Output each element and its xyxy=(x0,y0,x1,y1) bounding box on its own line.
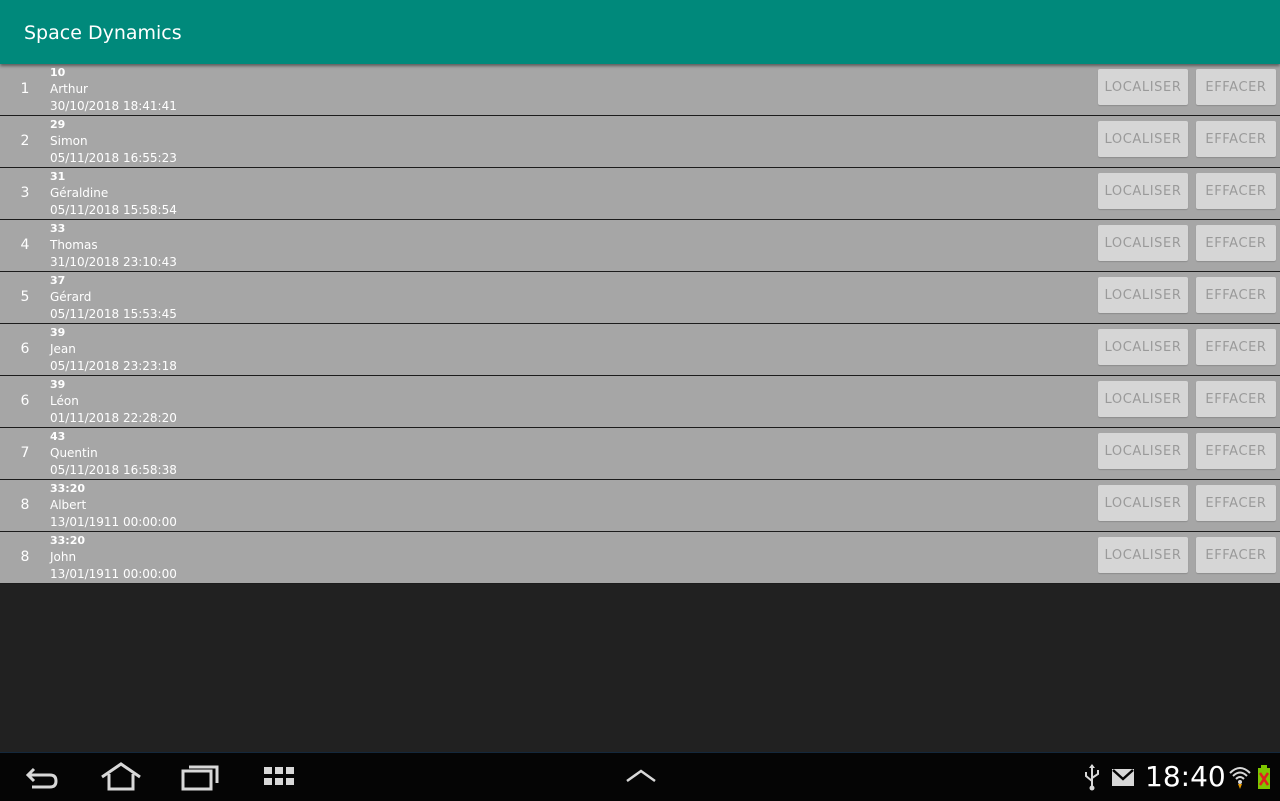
locate-button[interactable]: LOCALISER xyxy=(1098,173,1188,209)
date: 31/10/2018 23:10:43 xyxy=(50,255,177,269)
date: 05/11/2018 15:58:54 xyxy=(50,203,177,217)
locate-button[interactable]: LOCALISER xyxy=(1098,277,1188,313)
gmail-icon xyxy=(1112,769,1134,786)
rank: 8 xyxy=(20,549,30,565)
rank: 6 xyxy=(20,341,30,357)
delete-button[interactable]: EFFACER xyxy=(1196,69,1276,105)
list-item: 2 29 Simon 05/11/2018 16:55:23 LOCALISER… xyxy=(0,116,1280,168)
locate-button[interactable]: LOCALISER xyxy=(1098,433,1188,469)
date: 05/11/2018 16:55:23 xyxy=(50,151,177,165)
wifi-icon xyxy=(1229,767,1251,789)
rank: 6 xyxy=(20,393,30,409)
rank: 8 xyxy=(20,497,30,513)
player-name: Géraldine xyxy=(50,186,109,200)
list-item: 4 33 Thomas 31/10/2018 23:10:43 LOCALISE… xyxy=(0,220,1280,272)
apps-grid-icon[interactable] xyxy=(262,761,298,793)
date: 01/11/2018 22:28:20 xyxy=(50,411,177,425)
list-item: 6 39 Jean 05/11/2018 23:23:18 LOCALISER … xyxy=(0,324,1280,376)
delete-button[interactable]: EFFACER xyxy=(1196,433,1276,469)
score: 39 xyxy=(50,378,66,391)
delete-button[interactable]: EFFACER xyxy=(1196,381,1276,417)
delete-button[interactable]: EFFACER xyxy=(1196,485,1276,521)
chevron-up-icon[interactable] xyxy=(624,761,658,793)
delete-button[interactable]: EFFACER xyxy=(1196,121,1276,157)
back-icon[interactable] xyxy=(22,761,62,793)
date: 05/11/2018 15:53:45 xyxy=(50,307,177,321)
usb-icon xyxy=(1085,764,1099,791)
date: 13/01/1911 00:00:00 xyxy=(50,515,177,529)
delete-button[interactable]: EFFACER xyxy=(1196,173,1276,209)
score: 31 xyxy=(50,170,66,183)
list-item: 1 10 Arthur 30/10/2018 18:41:41 LOCALISE… xyxy=(0,64,1280,116)
rank: 5 xyxy=(20,289,30,305)
player-name: John xyxy=(50,550,77,564)
list-item: 3 31 Géraldine 05/11/2018 15:58:54 LOCAL… xyxy=(0,168,1280,220)
list-item: 8 33:20 John 13/01/1911 00:00:00 LOCALIS… xyxy=(0,532,1280,584)
delete-button[interactable]: EFFACER xyxy=(1196,277,1276,313)
player-name: Gérard xyxy=(50,290,92,304)
score: 33:20 xyxy=(50,534,86,547)
delete-button[interactable]: EFFACER xyxy=(1196,537,1276,573)
date: 05/11/2018 16:58:38 xyxy=(50,463,177,477)
player-name: Arthur xyxy=(50,82,88,96)
date: 05/11/2018 23:23:18 xyxy=(50,359,177,373)
locate-button[interactable]: LOCALISER xyxy=(1098,381,1188,417)
player-name: Léon xyxy=(50,394,79,408)
rank: 3 xyxy=(20,185,30,201)
score: 43 xyxy=(50,430,66,443)
score: 37 xyxy=(50,274,66,287)
score: 10 xyxy=(50,66,66,79)
score: 33 xyxy=(50,222,66,235)
player-name: Quentin xyxy=(50,446,98,460)
rank: 7 xyxy=(20,445,30,461)
locate-button[interactable]: LOCALISER xyxy=(1098,485,1188,521)
battery-icon xyxy=(1258,765,1270,789)
delete-button[interactable]: EFFACER xyxy=(1196,225,1276,261)
locate-button[interactable]: LOCALISER xyxy=(1098,225,1188,261)
player-name: Albert xyxy=(50,498,87,512)
system-navigation-bar: 18:40 xyxy=(0,752,1280,801)
player-name: Jean xyxy=(50,342,76,356)
locate-button[interactable]: LOCALISER xyxy=(1098,121,1188,157)
app-title: Space Dynamics xyxy=(24,22,182,44)
list-item: 5 37 Gérard 05/11/2018 15:53:45 LOCALISE… xyxy=(0,272,1280,324)
clock: 18:40 xyxy=(1145,760,1226,793)
score-list: 1 10 Arthur 30/10/2018 18:41:41 LOCALISE… xyxy=(0,64,1280,584)
score: 39 xyxy=(50,326,66,339)
list-item: 8 33:20 Albert 13/01/1911 00:00:00 LOCAL… xyxy=(0,480,1280,532)
player-name: Simon xyxy=(50,134,88,148)
recent-apps-icon[interactable] xyxy=(180,761,222,793)
score: 33:20 xyxy=(50,482,86,495)
app-bar: Space Dynamics xyxy=(0,0,1280,64)
locate-button[interactable]: LOCALISER xyxy=(1098,537,1188,573)
rank: 1 xyxy=(20,81,30,97)
date: 13/01/1911 00:00:00 xyxy=(50,567,177,581)
date: 30/10/2018 18:41:41 xyxy=(50,99,177,113)
rank: 4 xyxy=(20,237,30,253)
list-item: 7 43 Quentin 05/11/2018 16:58:38 LOCALIS… xyxy=(0,428,1280,480)
score: 29 xyxy=(50,118,66,131)
locate-button[interactable]: LOCALISER xyxy=(1098,329,1188,365)
delete-button[interactable]: EFFACER xyxy=(1196,329,1276,365)
rank: 2 xyxy=(20,133,30,149)
player-name: Thomas xyxy=(50,238,98,252)
list-item: 6 39 Léon 01/11/2018 22:28:20 LOCALISER … xyxy=(0,376,1280,428)
locate-button[interactable]: LOCALISER xyxy=(1098,69,1188,105)
home-icon[interactable] xyxy=(100,761,142,793)
